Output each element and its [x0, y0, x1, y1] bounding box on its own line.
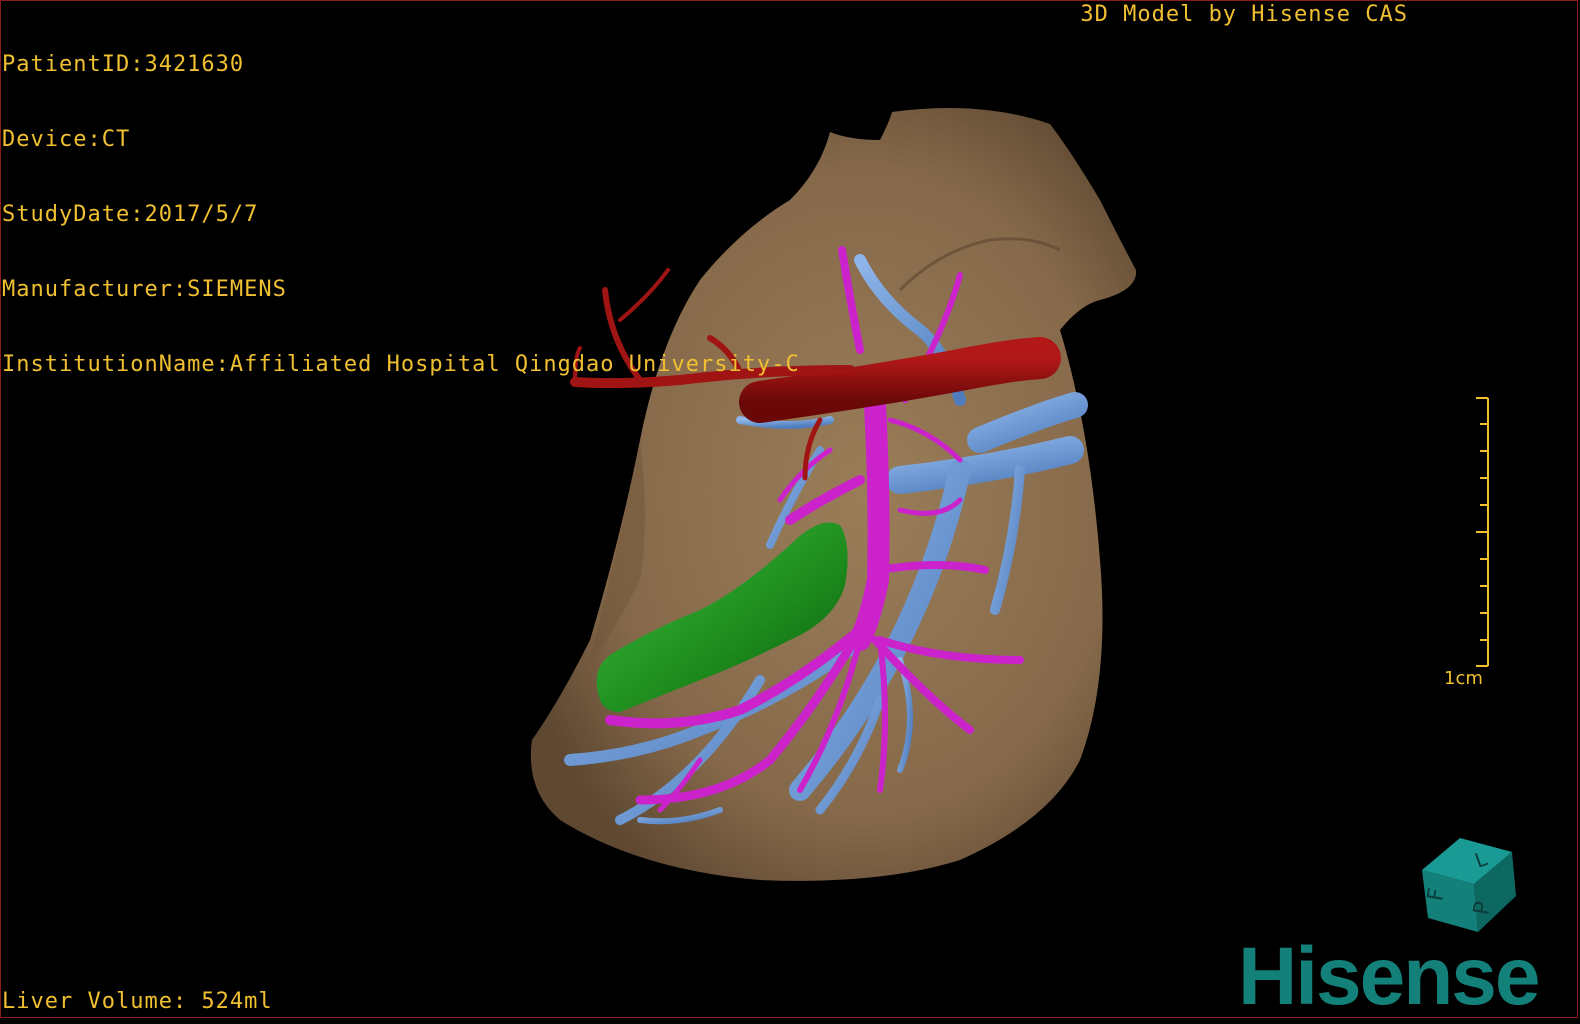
institution-name: InstitutionName:Affiliated Hospital Qing…: [2, 352, 800, 377]
model-credit: 3D Model by Hisense CAS: [1080, 2, 1408, 27]
hisense-logo: Hisense: [1238, 931, 1541, 1022]
scale-bar-label: 1cm: [1444, 668, 1483, 689]
scale-bar: [1476, 397, 1489, 667]
orientation-cube[interactable]: F L P: [1422, 838, 1516, 932]
patient-id: PatientID:3421630: [2, 52, 245, 77]
study-date: StudyDate:2017/5/7: [2, 202, 259, 227]
liver-volume: Liver Volume: 524ml: [2, 989, 273, 1014]
manufacturer: Manufacturer:SIEMENS: [2, 277, 287, 302]
device: Device:CT: [2, 127, 131, 152]
dicom-info-panel: PatientID:3421630 Device:CT StudyDate:20…: [2, 2, 800, 402]
